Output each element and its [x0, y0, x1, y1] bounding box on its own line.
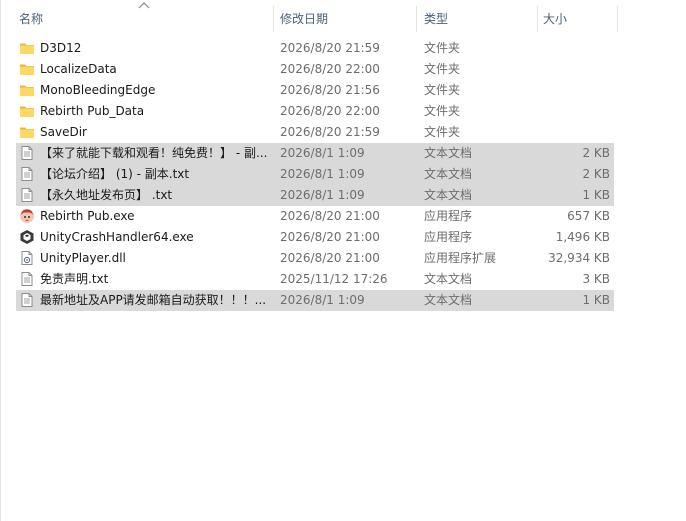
file-type: 文件夹: [424, 104, 461, 118]
file-date-modified: 2026/8/20 21:00: [280, 230, 380, 244]
file-size: [538, 80, 610, 101]
file-name: MonoBleedingEdge: [40, 83, 156, 97]
file-date-modified: 2026/8/20 22:00: [280, 104, 380, 118]
column-divider[interactable]: [273, 6, 274, 32]
file-row[interactable]: 【永久地址发布页】 .txt 2026/8/1 1:09 文本文档 1 KB: [16, 185, 614, 206]
file-date-modified: 2026/8/20 21:59: [280, 125, 380, 139]
file-row[interactable]: MonoBleedingEdge 2026/8/20 21:56 文件夹: [16, 80, 614, 101]
file-size: 657 KB: [567, 209, 610, 223]
file-row[interactable]: D3D12 2026/8/20 21:59 文件夹: [16, 38, 614, 59]
file-name: UnityCrashHandler64.exe: [40, 230, 194, 244]
file-date-modified: 2026/8/20 22:00: [280, 62, 380, 76]
file-row[interactable]: Rebirth Pub_Data 2026/8/20 22:00 文件夹: [16, 101, 614, 122]
file-row[interactable]: 最新地址及APP请发邮箱自动获取！！！... 2026/8/1 1:09 文本文档 1…: [16, 290, 614, 311]
file-date-modified: 2026/8/20 21:56: [280, 83, 380, 97]
file-type: 文本文档: [424, 188, 473, 202]
column-divider[interactable]: [537, 6, 538, 32]
column-header-size[interactable]: 大小: [543, 6, 613, 32]
file-date-modified: 2026/8/1 1:09: [280, 293, 365, 307]
file-size: 2 KB: [582, 146, 610, 160]
column-header-bar: 名称 修改日期 类型 大小: [0, 0, 686, 36]
file-size: 1 KB: [582, 188, 610, 202]
file-date-modified: 2026/8/1 1:09: [280, 167, 365, 181]
folder-icon: [19, 124, 35, 140]
file-type: 文件夹: [424, 41, 461, 55]
unity-app-icon: [19, 229, 35, 245]
folder-icon: [19, 82, 35, 98]
column-divider[interactable]: [617, 6, 618, 32]
file-name: 【论坛介绍】 (1) - 副本.txt: [40, 167, 190, 181]
game-app-icon: [19, 208, 35, 224]
file-type: 文本文档: [424, 293, 473, 307]
file-date-modified: 2026/8/20 21:00: [280, 251, 380, 265]
window-left-edge: [0, 0, 1, 521]
file-row[interactable]: UnityPlayer.dll 2026/8/20 21:00 应用程序扩展 32,9…: [16, 248, 614, 269]
file-date-modified: 2026/8/20 21:00: [280, 209, 380, 223]
file-size: 1 KB: [582, 293, 610, 307]
file-date-modified: 2026/8/20 21:59: [280, 41, 380, 55]
file-name: UnityPlayer.dll: [40, 251, 126, 265]
file-name: 免责声明.txt: [40, 272, 109, 286]
file-row[interactable]: Rebirth Pub.exe 2026/8/20 21:00 应用程序 657 KB: [16, 206, 614, 227]
column-divider[interactable]: [416, 6, 417, 32]
file-row[interactable]: LocalizeData 2026/8/20 22:00 文件夹: [16, 59, 614, 80]
folder-icon: [19, 40, 35, 56]
file-name: 最新地址及APP请发邮箱自动获取！！！...: [40, 293, 267, 307]
file-name: SaveDir: [40, 125, 87, 139]
file-size: 3 KB: [582, 272, 610, 286]
file-row[interactable]: 免责声明.txt 2025/11/12 17:26 文本文档 3 KB: [16, 269, 614, 290]
file-name: D3D12: [40, 41, 82, 55]
column-header-date[interactable]: 修改日期: [280, 6, 412, 32]
file-row[interactable]: SaveDir 2026/8/20 21:59 文件夹: [16, 122, 614, 143]
file-size: [538, 122, 610, 143]
file-name: Rebirth Pub.exe: [40, 209, 135, 223]
text-file-icon: [19, 166, 35, 182]
file-name: Rebirth Pub_Data: [40, 104, 145, 118]
file-row[interactable]: 【论坛介绍】 (1) - 副本.txt 2026/8/1 1:09 文本文档 2 KB: [16, 164, 614, 185]
file-name: 【来了就能下载和观看！纯免费！】 - 副...: [40, 146, 268, 160]
folder-icon: [19, 103, 35, 119]
column-header-name[interactable]: 名称: [19, 6, 269, 32]
file-type: 应用程序扩展: [424, 251, 497, 265]
file-row[interactable]: 【来了就能下载和观看！纯免费！】 - 副... 2026/8/1 1:09 文本文档…: [16, 143, 614, 164]
dll-file-icon: [19, 250, 35, 266]
file-size: [538, 38, 610, 59]
file-size: 2 KB: [582, 167, 610, 181]
column-header-type[interactable]: 类型: [424, 6, 532, 32]
file-type: 文本文档: [424, 272, 473, 286]
file-type: 应用程序: [424, 209, 473, 223]
file-row[interactable]: UnityCrashHandler64.exe 2026/8/20 21:00 应用…: [16, 227, 614, 248]
file-size: 32,934 KB: [548, 251, 610, 265]
file-type: 文件夹: [424, 125, 461, 139]
file-type: 文件夹: [424, 83, 461, 97]
file-name: LocalizeData: [40, 62, 117, 76]
file-name: 【永久地址发布页】 .txt: [40, 188, 173, 202]
text-file-icon: [19, 271, 35, 287]
file-type: 文本文档: [424, 167, 473, 181]
file-type: 文本文档: [424, 146, 473, 160]
file-type: 应用程序: [424, 230, 473, 244]
text-file-icon: [19, 145, 35, 161]
text-file-icon: [19, 292, 35, 308]
file-type: 文件夹: [424, 62, 461, 76]
file-size: [538, 101, 610, 122]
file-size: [538, 59, 610, 80]
file-date-modified: 2025/11/12 17:26: [280, 272, 388, 286]
file-date-modified: 2026/8/1 1:09: [280, 146, 365, 160]
folder-icon: [19, 61, 35, 77]
file-date-modified: 2026/8/1 1:09: [280, 188, 365, 202]
file-size: 1,496 KB: [555, 230, 610, 244]
text-file-icon: [19, 187, 35, 203]
